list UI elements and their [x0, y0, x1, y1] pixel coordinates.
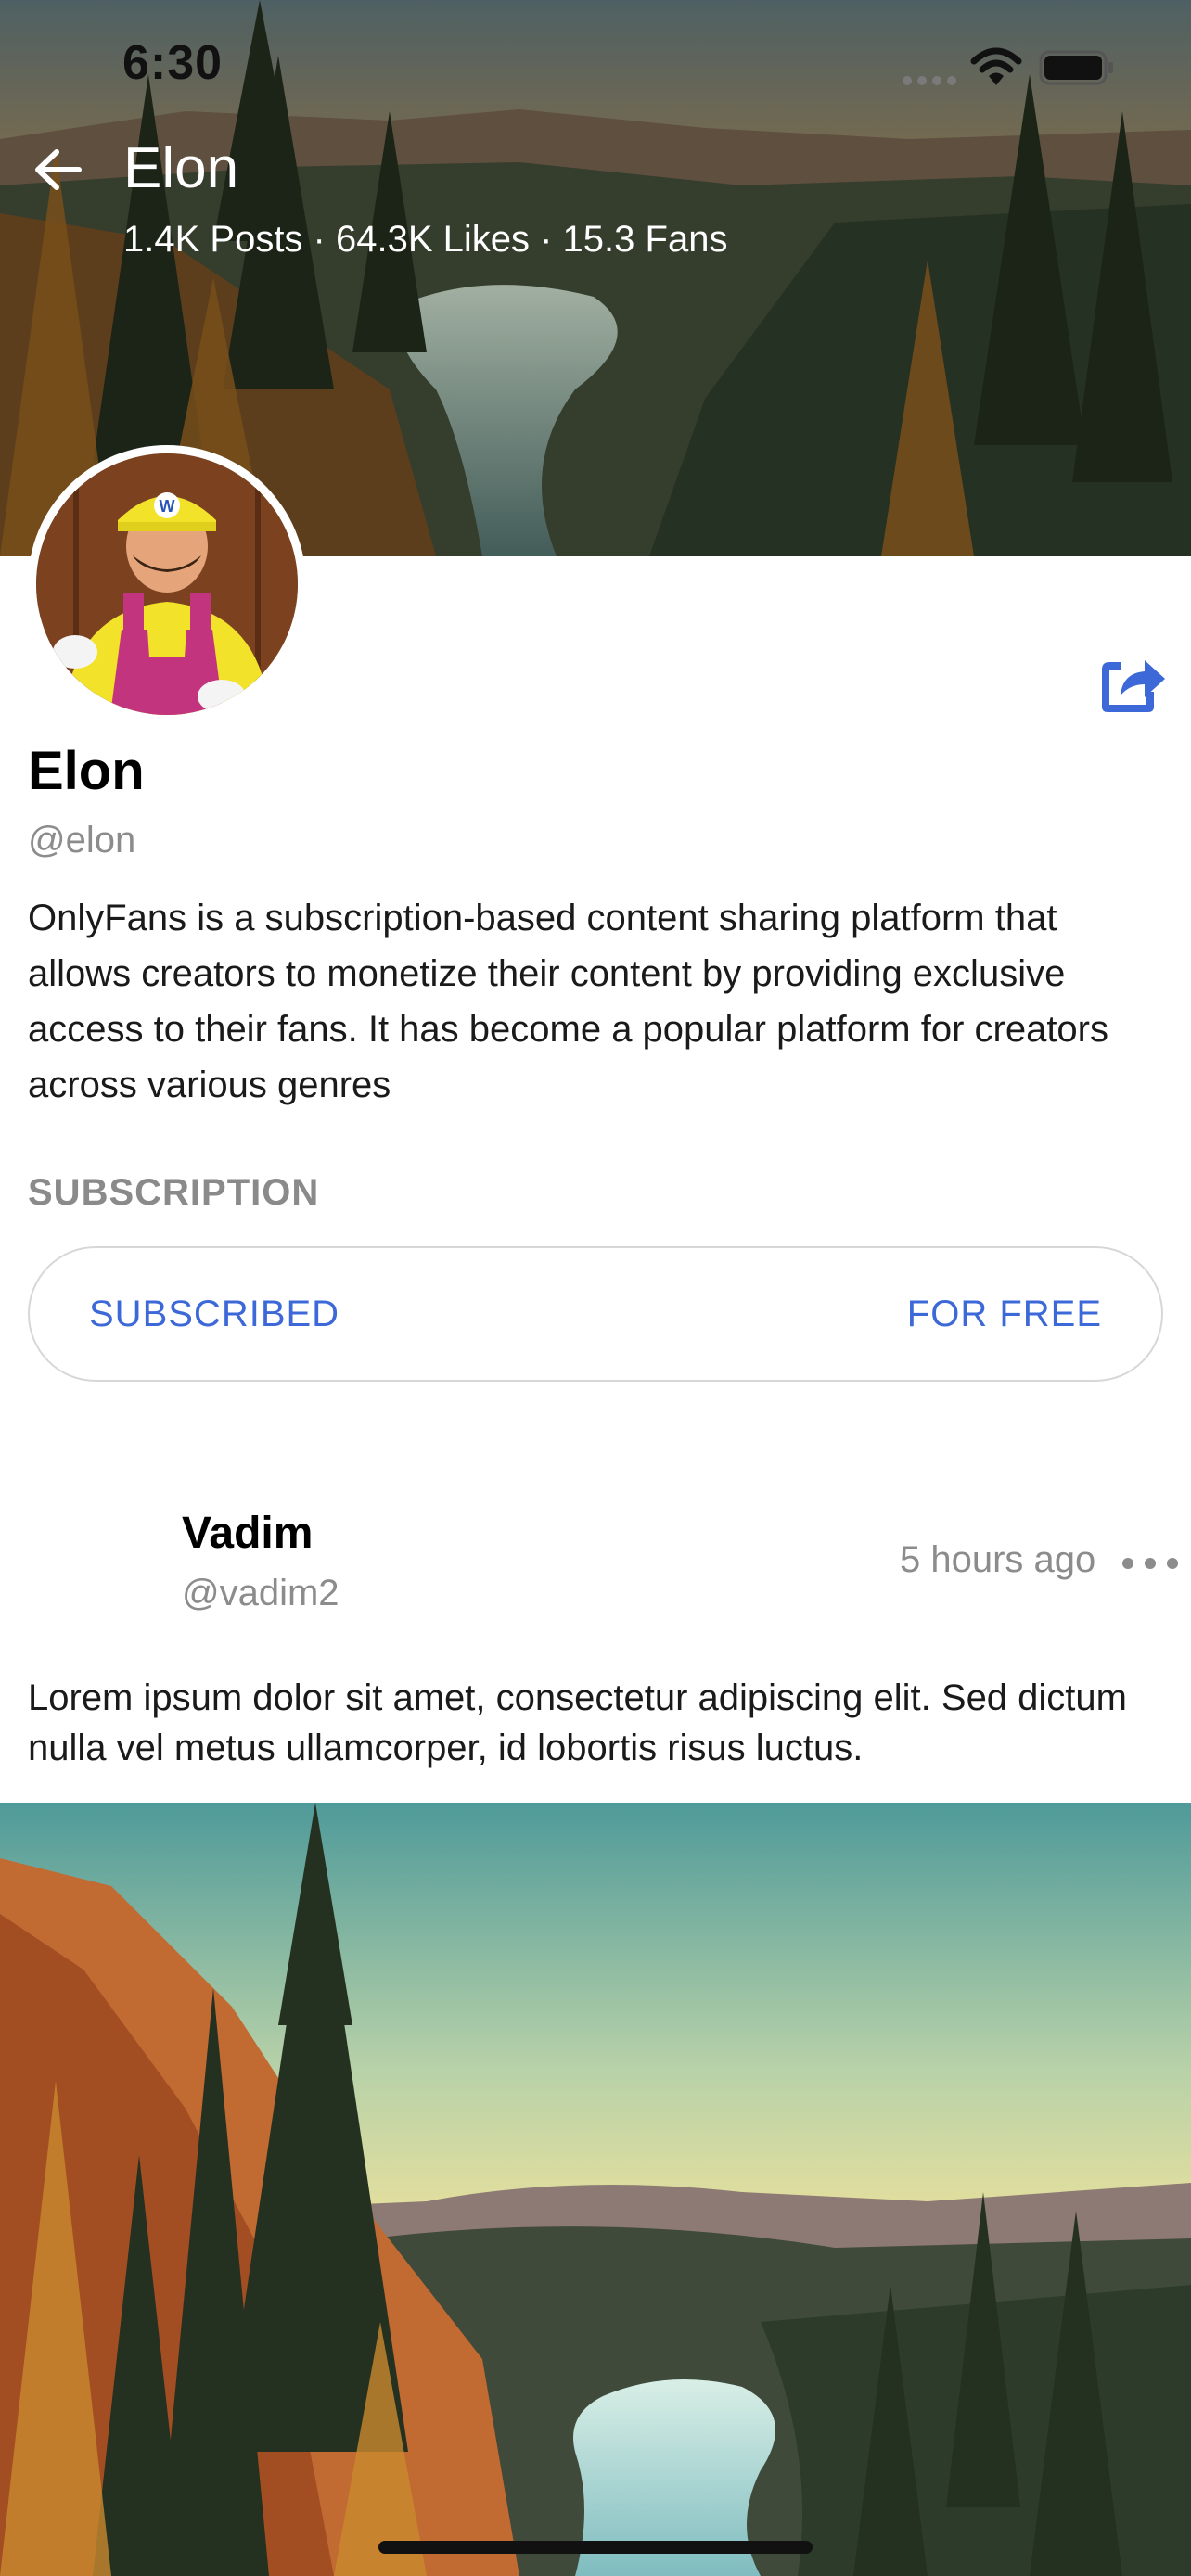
share-icon	[1102, 660, 1165, 712]
profile-name: Elon	[28, 741, 145, 801]
post-text: Lorem ipsum dolor sit amet, consectetur …	[28, 1677, 1127, 1768]
subscription-price: FOR FREE	[906, 1293, 1102, 1334]
more-options-button[interactable]	[1122, 1547, 1178, 1580]
status-time: 6:30	[122, 36, 224, 90]
cellular-signal-icon	[902, 74, 957, 92]
status-bar: 6:30	[0, 0, 1191, 139]
profile-handle: @elon	[28, 820, 136, 861]
header-title: Elon	[123, 136, 239, 200]
post-author[interactable]: Vadim	[182, 1508, 313, 1559]
svg-text:W: W	[160, 497, 175, 516]
header-stats: 1.4K Posts · 64.3K Likes · 15.3 Fans	[123, 219, 728, 260]
battery-icon	[1039, 50, 1115, 90]
home-indicator[interactable]	[378, 2541, 813, 2554]
arrow-left-icon	[35, 149, 82, 190]
more-horizontal-icon	[1122, 1558, 1133, 1569]
post-handle: @vadim2	[182, 1573, 339, 1613]
subscription-heading: SUBSCRIPTION	[28, 1172, 320, 1213]
subscription-button[interactable]: SUBSCRIBED FOR FREE	[28, 1246, 1163, 1382]
subscription-status: SUBSCRIBED	[89, 1293, 340, 1334]
profile-bio: OnlyFans is a subscription-based content…	[28, 898, 1108, 1105]
post-time: 5 hours ago	[900, 1539, 1096, 1580]
wifi-icon	[970, 46, 1022, 92]
post-image[interactable]	[0, 1803, 1191, 2576]
avatar[interactable]: W	[28, 445, 306, 723]
post-landscape	[0, 1803, 1191, 2576]
share-button[interactable]	[1093, 649, 1167, 714]
avatar-image: W	[36, 453, 298, 715]
back-button[interactable]	[28, 139, 89, 200]
